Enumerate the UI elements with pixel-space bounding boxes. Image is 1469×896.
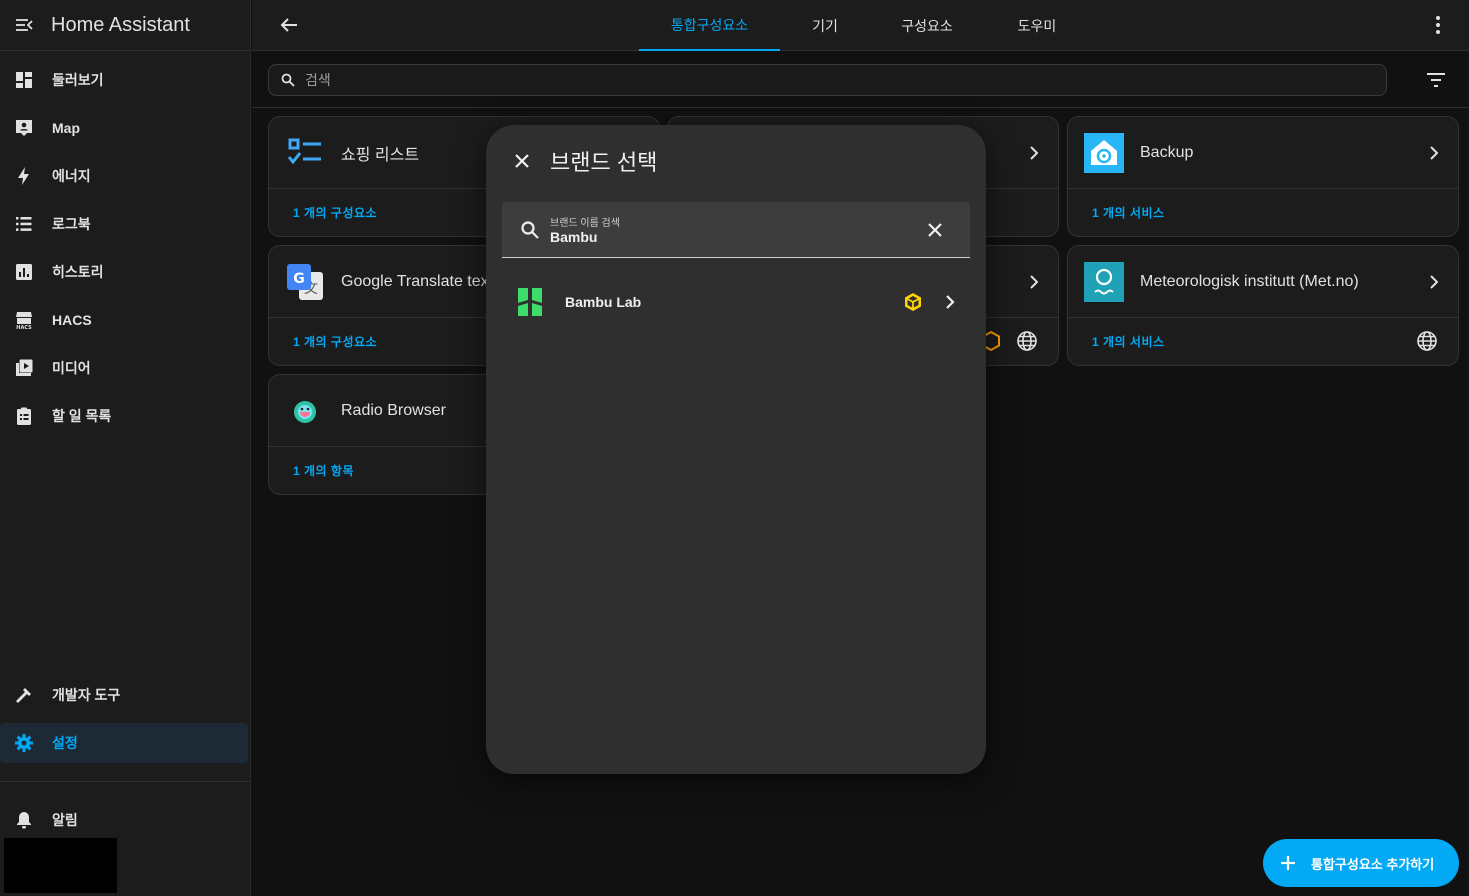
- sidebar-item-todo[interactable]: 할 일 목록: [0, 396, 251, 436]
- brand-search-label: 브랜드 이름 검색: [550, 218, 620, 229]
- integration-card-backup[interactable]: Backup 1 개의 서비스: [1067, 116, 1459, 237]
- app-title: Home Assistant: [51, 13, 190, 36]
- brand-search-value[interactable]: Bambu: [550, 229, 597, 245]
- sidebar-header: Home Assistant: [0, 0, 250, 51]
- brand-search-field[interactable]: 브랜드 이름 검색 Bambu: [502, 202, 970, 258]
- close-icon[interactable]: [512, 151, 532, 171]
- met-no-logo-icon: [1084, 261, 1124, 302]
- card-title: Backup: [1140, 143, 1194, 161]
- sidebar-item-label: 히스토리: [52, 264, 104, 280]
- clear-search-icon[interactable]: [926, 221, 944, 239]
- dashboard-icon: [14, 70, 34, 90]
- more-vertical-icon[interactable]: [1427, 14, 1449, 36]
- card-title: Meteorologisk institutt (Met.no): [1140, 272, 1359, 290]
- shopping-list-logo-icon: [285, 133, 325, 173]
- tab-integrations[interactable]: 통합구성요소: [639, 0, 780, 51]
- hacs-store-icon: HACS: [14, 310, 34, 330]
- sidebar-item-notifications[interactable]: 알림: [0, 800, 251, 840]
- sidebar-item-label: 미디어: [52, 360, 91, 376]
- gear-icon: [14, 733, 34, 753]
- lightning-icon: [14, 166, 34, 186]
- sidebar-item-map[interactable]: Map: [0, 108, 251, 148]
- sidebar-item-label: 설정: [52, 735, 78, 751]
- sidebar-item-media[interactable]: 미디어: [0, 348, 251, 388]
- card-footer-text: 1 개의 서비스: [1092, 334, 1165, 349]
- globe-icon[interactable]: [1016, 330, 1038, 352]
- tab-devices[interactable]: 기기: [792, 0, 858, 51]
- sidebar-item-label: 로그북: [52, 216, 91, 232]
- dialog-title: 브랜드 선택: [550, 150, 658, 175]
- sidebar: Home Assistant 둘러보기 Map 에너지 로그북 히스토리 HAC…: [0, 0, 251, 896]
- chevron-right-icon[interactable]: [1424, 143, 1444, 163]
- sidebar-divider: [0, 781, 251, 782]
- search-input[interactable]: 검색: [268, 64, 1387, 96]
- sidebar-item-label: 에너지: [52, 168, 91, 184]
- hammer-icon: [14, 685, 34, 705]
- card-footer-link[interactable]: 1 개의 서비스: [1068, 318, 1458, 364]
- sidebar-item-label: Map: [52, 120, 80, 136]
- chart-box-icon: [14, 262, 34, 282]
- sidebar-item-label: 개발자 도구: [52, 687, 121, 703]
- brand-result-name: Bambu Lab: [565, 294, 642, 310]
- svg-text:G: G: [293, 271, 305, 287]
- sidebar-item-hacs[interactable]: HACS HACS: [0, 300, 251, 340]
- sidebar-item-settings[interactable]: 설정: [0, 723, 248, 763]
- card-header: Backup: [1068, 117, 1458, 189]
- card-title: Radio Browser: [341, 401, 446, 419]
- add-integration-button[interactable]: 통합구성요소 추가하기: [1263, 839, 1459, 887]
- sidebar-item-energy[interactable]: 에너지: [0, 156, 251, 196]
- hacs-custom-icon: [902, 291, 924, 313]
- list-icon: [14, 214, 34, 234]
- sidebar-item-label: 알림: [52, 812, 78, 828]
- chevron-right-icon[interactable]: [1024, 272, 1044, 292]
- clipboard-list-icon: [14, 406, 34, 426]
- add-integration-label: 통합구성요소 추가하기: [1311, 856, 1435, 872]
- media-play-icon: [14, 358, 34, 378]
- sidebar-item-developer-tools[interactable]: 개발자 도구: [0, 675, 251, 715]
- sidebar-item-label: 둘러보기: [52, 72, 104, 88]
- card-header: Meteorologisk institutt (Met.no): [1068, 246, 1458, 318]
- sidebar-item-overview[interactable]: 둘러보기: [0, 60, 251, 100]
- integration-card-met-no[interactable]: Meteorologisk institutt (Met.no) 1 개의 서비…: [1067, 245, 1459, 366]
- tab-entities[interactable]: 구성요소: [887, 0, 967, 51]
- top-bar: 통합구성요소 기기 구성요소 도우미: [252, 0, 1469, 51]
- search-icon: [520, 220, 540, 240]
- card-footer-link[interactable]: 1 개의 서비스: [1068, 189, 1458, 235]
- radio-browser-logo-icon: [285, 391, 325, 431]
- sidebar-item-label: HACS: [52, 312, 92, 328]
- chevron-right-icon[interactable]: [1424, 272, 1444, 292]
- search-row: 검색: [252, 52, 1469, 108]
- chevron-right-icon[interactable]: [1024, 143, 1044, 163]
- menu-open-icon[interactable]: [14, 15, 34, 35]
- filter-icon[interactable]: [1425, 69, 1447, 91]
- brand-result-item[interactable]: Bambu Lab: [502, 275, 970, 329]
- sidebar-item-history[interactable]: 히스토리: [0, 252, 251, 292]
- sidebar-item-label: 할 일 목록: [52, 408, 112, 424]
- user-avatar[interactable]: [4, 838, 117, 893]
- bambu-lab-logo-icon: [518, 288, 542, 316]
- brand-select-dialog: 브랜드 선택 브랜드 이름 검색 Bambu Bambu Lab: [486, 125, 986, 774]
- card-title: Google Translate tex: [341, 272, 489, 290]
- map-account-icon: [14, 118, 34, 138]
- search-icon: [281, 73, 295, 87]
- plus-icon: [1281, 856, 1295, 870]
- bell-icon: [14, 810, 34, 830]
- sidebar-item-logbook[interactable]: 로그북: [0, 204, 251, 244]
- google-translate-logo-icon: 文G: [285, 262, 325, 302]
- globe-icon[interactable]: [1416, 330, 1438, 352]
- search-placeholder: 검색: [305, 72, 331, 88]
- svg-text:HACS: HACS: [16, 325, 32, 330]
- tab-helpers[interactable]: 도우미: [1002, 0, 1072, 51]
- backup-logo-icon: [1084, 132, 1124, 173]
- chevron-right-icon: [940, 292, 960, 312]
- card-title: 쇼핑 리스트: [341, 146, 420, 164]
- back-arrow-icon[interactable]: [278, 14, 300, 36]
